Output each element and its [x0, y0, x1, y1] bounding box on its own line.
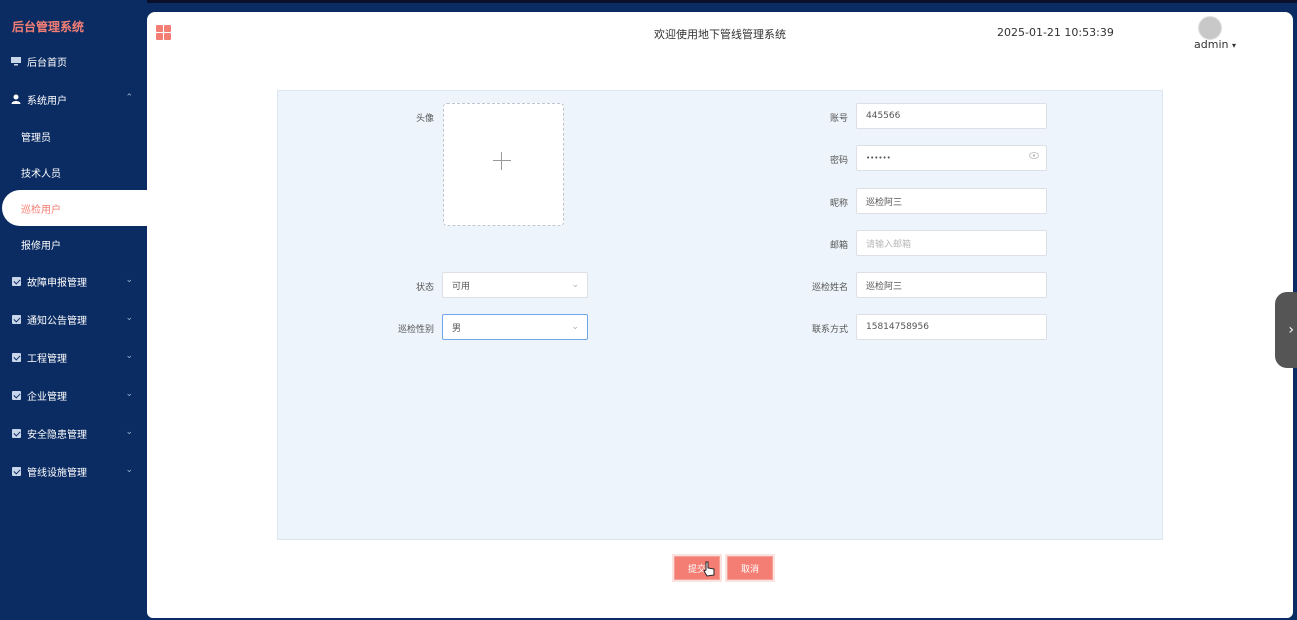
sidebar-item-label: 巡检用户 — [21, 204, 61, 216]
top-border — [0, 0, 1297, 3]
name-field[interactable]: 巡检阿三 — [856, 272, 1047, 298]
sidebar-item-label: 管线设施管理 — [27, 467, 87, 479]
datetime: 2025-01-21 10:53:39 — [997, 26, 1114, 39]
chevron-down-icon: ⌄ — [125, 465, 133, 475]
sidebar-item-label: 企业管理 — [27, 391, 67, 403]
chevron-up-icon: ⌃ — [125, 93, 133, 103]
sidebar-item-label: 系统用户 — [27, 95, 67, 107]
avatar-upload[interactable] — [443, 103, 564, 226]
sidebar: 后台管理系统 后台首页 系统用户 ⌃ 管理员 技术人员 巡检用户 报修用户 故障… — [0, 0, 147, 620]
chevron-down-icon: ⌄ — [571, 280, 579, 290]
sidebar-item-label: 技术人员 — [21, 168, 61, 180]
sidebar-item-label: 报修用户 — [21, 240, 61, 252]
user-form: 头像 状态 可用 ⌄ 巡检性别 男 ⌄ 账号 445566 密码 •••••• … — [277, 90, 1163, 540]
plus-icon — [493, 152, 511, 170]
avatar-label: 头像 — [415, 114, 434, 124]
gender-value: 男 — [452, 323, 462, 334]
account-label: 账号 — [829, 114, 848, 124]
sidebar-item-enterprise[interactable]: 企业管理 ⌄ — [0, 376, 147, 414]
user-icon — [11, 94, 21, 104]
phone-field[interactable]: 15814758956 — [856, 314, 1047, 340]
status-label: 状态 — [415, 283, 434, 293]
account-field[interactable]: 445566 — [856, 103, 1047, 129]
cancel-button[interactable]: 取消 — [727, 556, 773, 580]
sidebar-item-admin[interactable]: 管理员 — [0, 118, 147, 154]
email-placeholder: 请输入邮箱 — [866, 239, 912, 250]
chevron-down-icon: ⌄ — [125, 427, 133, 437]
hand-cursor-icon — [703, 561, 715, 581]
checkbox-icon — [11, 390, 21, 400]
sidebar-item-repair-user[interactable]: 报修用户 — [0, 226, 147, 262]
nickname-value: 巡检阿三 — [866, 197, 903, 208]
account-value: 445566 — [866, 111, 901, 121]
sidebar-item-safety[interactable]: 安全隐患管理 ⌄ — [0, 414, 147, 452]
name-value: 巡检阿三 — [866, 281, 903, 292]
password-field[interactable]: •••••• — [856, 145, 1047, 171]
nickname-field[interactable]: 巡检阿三 — [856, 188, 1047, 214]
email-field[interactable]: 请输入邮箱 — [856, 230, 1047, 256]
chevron-down-icon: ⌄ — [125, 275, 133, 285]
sidebar-item-technician[interactable]: 技术人员 — [0, 154, 147, 190]
gender-select[interactable]: 男 ⌄ — [442, 314, 588, 340]
chevron-down-icon: ⌄ — [125, 351, 133, 361]
phone-label: 联系方式 — [811, 325, 848, 335]
side-expand-tab[interactable]: › — [1275, 292, 1297, 368]
sidebar-item-fault-report[interactable]: 故障申报管理 ⌄ — [0, 262, 147, 300]
chevron-down-icon: ⌄ — [571, 322, 579, 332]
caret-down-icon: ▾ — [1231, 41, 1236, 50]
main-panel: 欢迎使用地下管线管理系统 2025-01-21 10:53:39 admin ▾… — [147, 12, 1293, 618]
checkbox-icon — [11, 276, 21, 286]
sidebar-item-label: 故障申报管理 — [27, 277, 87, 289]
name-label: 巡检姓名 — [811, 283, 848, 293]
monitor-icon — [11, 56, 21, 66]
status-value: 可用 — [452, 281, 471, 292]
phone-value: 15814758956 — [866, 322, 929, 332]
eye-icon[interactable] — [1029, 152, 1039, 162]
checkbox-icon — [11, 314, 21, 324]
checkbox-icon — [11, 428, 21, 438]
sidebar-item-label: 工程管理 — [27, 353, 67, 365]
sidebar-item-label: 安全隐患管理 — [27, 429, 87, 441]
sidebar-item-project[interactable]: 工程管理 ⌄ — [0, 338, 147, 376]
chevron-right-icon: › — [1288, 322, 1294, 338]
checkbox-icon — [11, 352, 21, 362]
sidebar-menu: 后台首页 系统用户 ⌃ 管理员 技术人员 巡检用户 报修用户 故障申报管理 ⌄ — [0, 42, 147, 490]
sidebar-item-notice[interactable]: 通知公告管理 ⌄ — [0, 300, 147, 338]
password-label: 密码 — [829, 156, 848, 166]
sidebar-item-label: 管理员 — [21, 132, 51, 144]
status-select[interactable]: 可用 ⌄ — [442, 272, 588, 298]
nickname-label: 昵称 — [829, 199, 848, 209]
sidebar-item-label: 通知公告管理 — [27, 315, 87, 327]
user-menu[interactable]: admin ▾ — [1194, 38, 1236, 51]
checkbox-icon — [11, 466, 21, 476]
sidebar-item-label: 后台首页 — [27, 57, 67, 69]
sidebar-item-system-users[interactable]: 系统用户 ⌃ — [0, 80, 147, 118]
chevron-down-icon: ⌄ — [125, 389, 133, 399]
brand-title: 后台管理系统 — [12, 20, 85, 34]
page-title: 欢迎使用地下管线管理系统 — [654, 28, 786, 41]
username: admin — [1194, 38, 1229, 51]
sidebar-item-inspector[interactable]: 巡检用户 — [2, 190, 147, 226]
email-label: 邮箱 — [829, 241, 848, 251]
password-value: •••••• — [866, 154, 891, 162]
sidebar-item-pipeline[interactable]: 管线设施管理 ⌄ — [0, 452, 147, 490]
chevron-down-icon: ⌄ — [125, 313, 133, 323]
gender-label: 巡检性别 — [397, 325, 434, 335]
sidebar-item-home[interactable]: 后台首页 — [0, 42, 147, 80]
avatar[interactable] — [1198, 16, 1222, 40]
